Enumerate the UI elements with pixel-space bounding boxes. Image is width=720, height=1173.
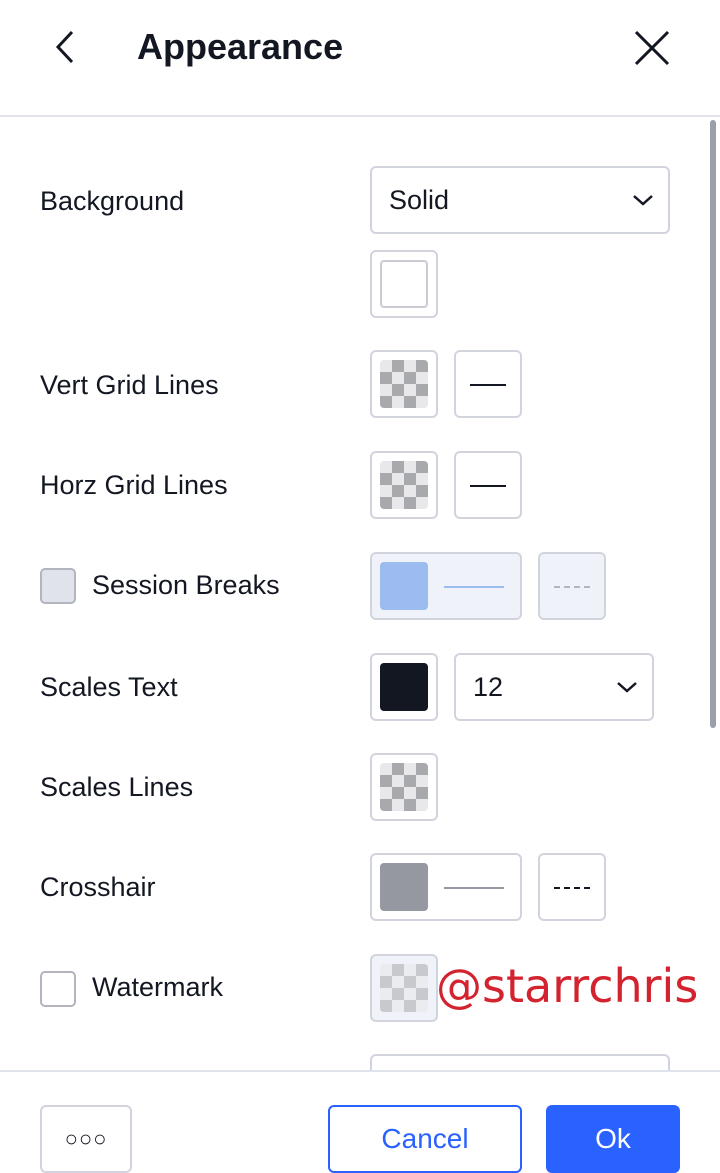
back-button[interactable] — [50, 26, 84, 68]
watermark-color-button[interactable] — [370, 954, 438, 1022]
dashed-line-icon — [554, 887, 590, 889]
solid-line-icon — [444, 887, 504, 889]
scales-text-label: Scales Text — [40, 672, 178, 702]
ok-button[interactable]: Ok — [546, 1105, 680, 1173]
watermark-color-swatch — [380, 964, 428, 1012]
session-breaks-color-swatch — [380, 562, 428, 610]
chevron-down-icon — [617, 682, 637, 693]
more-options-button[interactable]: ○○○ — [40, 1105, 132, 1173]
horz-grid-label: Horz Grid Lines — [40, 470, 228, 500]
scales-lines-color-button[interactable] — [370, 753, 438, 821]
chevron-down-icon — [633, 195, 653, 206]
scales-text-color-button[interactable] — [370, 653, 438, 721]
solid-line-icon — [470, 485, 506, 487]
crosshair-label: Crosshair — [40, 872, 156, 902]
background-type-value: Solid — [389, 184, 450, 215]
vert-grid-color-swatch — [380, 360, 428, 408]
more-dots-icon: ○○○ — [64, 1126, 108, 1151]
session-breaks-color-button[interactable] — [370, 552, 522, 620]
solid-line-icon — [444, 586, 504, 588]
crosshair-color-swatch — [380, 863, 428, 911]
crosshair-color-button[interactable] — [370, 853, 522, 921]
cancel-button[interactable]: Cancel — [328, 1105, 522, 1173]
session-breaks-label: Session Breaks — [92, 570, 280, 600]
vert-grid-color-button[interactable] — [370, 350, 438, 418]
vert-grid-label: Vert Grid Lines — [40, 370, 219, 400]
session-breaks-style-button[interactable] — [538, 552, 606, 620]
close-button[interactable] — [630, 26, 674, 70]
session-breaks-checkbox[interactable] — [40, 568, 76, 604]
ok-label: Ok — [595, 1123, 631, 1154]
crosshair-style-button[interactable] — [538, 853, 606, 921]
background-color-button[interactable] — [370, 250, 438, 318]
solid-line-icon — [470, 384, 506, 386]
scales-lines-label: Scales Lines — [40, 772, 194, 802]
horz-grid-style-button[interactable] — [454, 451, 522, 519]
horz-grid-color-swatch — [380, 461, 428, 509]
scales-lines-color-swatch — [380, 763, 428, 811]
cancel-label: Cancel — [381, 1123, 469, 1154]
user-watermark-overlay: @starrchris — [436, 959, 699, 1013]
dialog-header: Appearance — [0, 0, 720, 117]
background-color-swatch — [380, 260, 428, 308]
dashed-line-icon — [554, 586, 590, 588]
chevron-left-icon — [55, 30, 74, 64]
watermark-label: Watermark — [92, 972, 224, 1002]
horz-grid-color-button[interactable] — [370, 451, 438, 519]
vert-grid-style-button[interactable] — [454, 350, 522, 418]
scales-text-color-swatch — [380, 663, 428, 711]
scales-text-size-select[interactable]: 12 — [454, 653, 654, 721]
page-title: Appearance — [137, 26, 344, 67]
dialog-footer: ○○○ Cancel Ok — [0, 1070, 720, 1173]
close-icon — [634, 30, 670, 66]
scrollbar[interactable] — [710, 120, 716, 728]
scales-text-size-value: 12 — [473, 671, 504, 702]
watermark-checkbox[interactable] — [40, 971, 76, 1007]
background-type-select[interactable]: Solid — [370, 166, 670, 234]
background-label: Background — [40, 186, 185, 216]
